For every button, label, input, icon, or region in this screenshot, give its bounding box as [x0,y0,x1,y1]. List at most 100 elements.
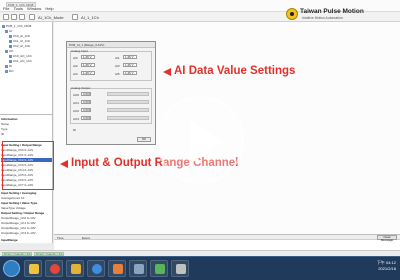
tree-item[interactable]: DI [5,64,12,68]
channel-icon [9,39,12,43]
highlight-box [2,141,54,190]
menu-help[interactable]: Help [45,6,53,11]
ai1-field[interactable]: 1.26 V [123,55,137,59]
ao1-slider[interactable] [107,100,149,104]
logo-name: Taiwan Pulse Motion [300,8,364,15]
property-footer: InputRange [1,238,18,242]
video-play-button-icon[interactable] [156,96,244,184]
tree-item[interactable]: AI [5,29,12,33]
tree-item[interactable]: Ch1_AO_1Ch [9,59,32,63]
property-section[interactable]: Information [1,117,52,121]
start-button-icon[interactable] [3,260,20,277]
ao1-field[interactable]: 0.000 [81,100,91,104]
port-label: AI_1_1Ch [81,15,99,20]
ao2-field[interactable]: 0.000 [81,108,91,112]
system-tray: 下午 04:12 2021/2/18 [364,260,396,278]
ok-button[interactable]: OK [137,137,151,142]
property-row[interactable]: Type [1,127,52,131]
property-row[interactable]: AverageCount 10 [1,196,52,200]
tree-item[interactable]: Ch0_AI_1Ch [9,34,30,38]
device-tree: PCB_1_1Ch_DIO8 AI Ch0_AI_1Ch Ch1_AI_1Ch … [0,22,53,114]
property-row[interactable]: OutputRange_Ch3 0~10V [1,231,52,235]
property-row[interactable]: ID [1,132,52,136]
taskbar-app2-icon[interactable] [171,260,189,277]
property-section[interactable]: Input Setting / Averaging [1,191,52,195]
tree-item[interactable]: PCB_1_1Ch_DIO8 [2,24,31,28]
analog-input-label: Analog Input [71,49,88,53]
ai-label: AI5 [115,72,120,76]
property-row[interactable]: OutputRange_Ch2 0~10V [1,226,52,230]
ai5-field[interactable]: 1.26 V [123,71,137,75]
log-col-event: Event [82,236,90,240]
taskbar-explorer-icon[interactable] [24,260,42,277]
clear-message-button[interactable]: Clear Message [377,235,397,242]
menu-tools[interactable]: Tools [14,6,23,11]
logo-tagline: Intuitive Motion Automation [302,16,343,20]
save-icon[interactable] [19,14,25,20]
ao3-slider[interactable] [107,116,149,120]
log-header: Time Event [54,235,400,240]
ao3-field[interactable]: 0.000 [81,116,91,120]
channel-icon [9,34,12,38]
ao-label: AO2 [73,109,80,113]
folder-icon [5,69,8,73]
annotation-arrow-icon [163,68,171,76]
ai4-field[interactable]: 1.26 V [81,71,95,75]
taskbar-folder-icon[interactable] [66,260,84,277]
dialog-title: PCB_AI_1 (Range_0-10V) [67,42,155,48]
taskbar-settings-icon[interactable] [129,260,147,277]
tree-item[interactable]: AO [5,49,13,53]
ao0-field[interactable]: 0.000 [81,92,91,96]
folder-icon [5,49,8,53]
company-logo: Taiwan Pulse Motion Intuitive Motion Aut… [286,7,364,23]
tree-item[interactable]: Ch1_AI_1Ch [9,39,30,43]
taskbar-chrome-icon[interactable] [45,260,63,277]
taskbar: 下午 04:12 2021/2/18 [0,256,400,280]
annotation-ai-data: AI Data Value Settings [174,65,296,77]
property-row[interactable]: OutputRange_Ch0 0~10V [1,216,52,220]
ai3-field[interactable]: 1.26 V [123,63,137,67]
taskbar-app1-icon[interactable] [150,260,168,277]
device-icon [2,24,5,28]
tree-item[interactable]: DO [5,69,14,73]
ai-label: AI4 [73,72,78,76]
property-row[interactable]: ValueType Voltage [1,206,52,210]
property-section[interactable]: Input Setting / Value Type [1,201,52,205]
taskbar-ie-icon[interactable] [87,260,105,277]
folder-icon [5,29,8,33]
clock-date: 2021/2/18 [378,266,396,271]
play-triangle-icon [190,120,224,164]
ao-label: AO0 [73,93,80,97]
tree-item[interactable]: Ch2_AI_1Ch [9,44,30,48]
device-label: AI_1Ch_Mode [38,15,64,20]
connect-icon[interactable] [29,14,35,20]
annotation-arrow-icon [60,160,68,168]
ai-label: AI0 [73,56,78,60]
ai0-field[interactable]: 1.26 V [81,55,95,59]
menu-file[interactable]: File [3,6,9,11]
property-row[interactable]: OutputRange_Ch1 0~10V [1,221,52,225]
channel-icon [9,59,12,63]
open-icon[interactable] [11,14,17,20]
ai-label: AI2 [73,64,78,68]
property-section[interactable]: Output Setting / Output Range [1,211,52,215]
menu-window[interactable]: Window [27,6,41,11]
ai-label: AI3 [115,64,120,68]
settings-icon[interactable] [72,14,78,20]
ao2-slider[interactable] [107,108,149,112]
analog-output-label: Analog Output [71,86,91,90]
new-icon[interactable] [3,14,9,20]
ao-label: AO1 [73,101,80,105]
channel-icon [9,44,12,48]
ao0-slider[interactable] [107,92,149,96]
channel-icon [9,54,12,58]
logo-mark-icon [286,8,298,20]
ao-label: AO3 [73,117,80,121]
ai2-field[interactable]: 1.26 V [81,63,95,67]
log-col-time: Time [57,236,64,240]
property-row[interactable]: Name [1,122,52,126]
folder-icon [5,64,8,68]
taskbar-media-icon[interactable] [108,260,126,277]
ai-label: AI1 [115,56,120,60]
tree-item[interactable]: Ch0_AO_1Ch [9,54,32,58]
